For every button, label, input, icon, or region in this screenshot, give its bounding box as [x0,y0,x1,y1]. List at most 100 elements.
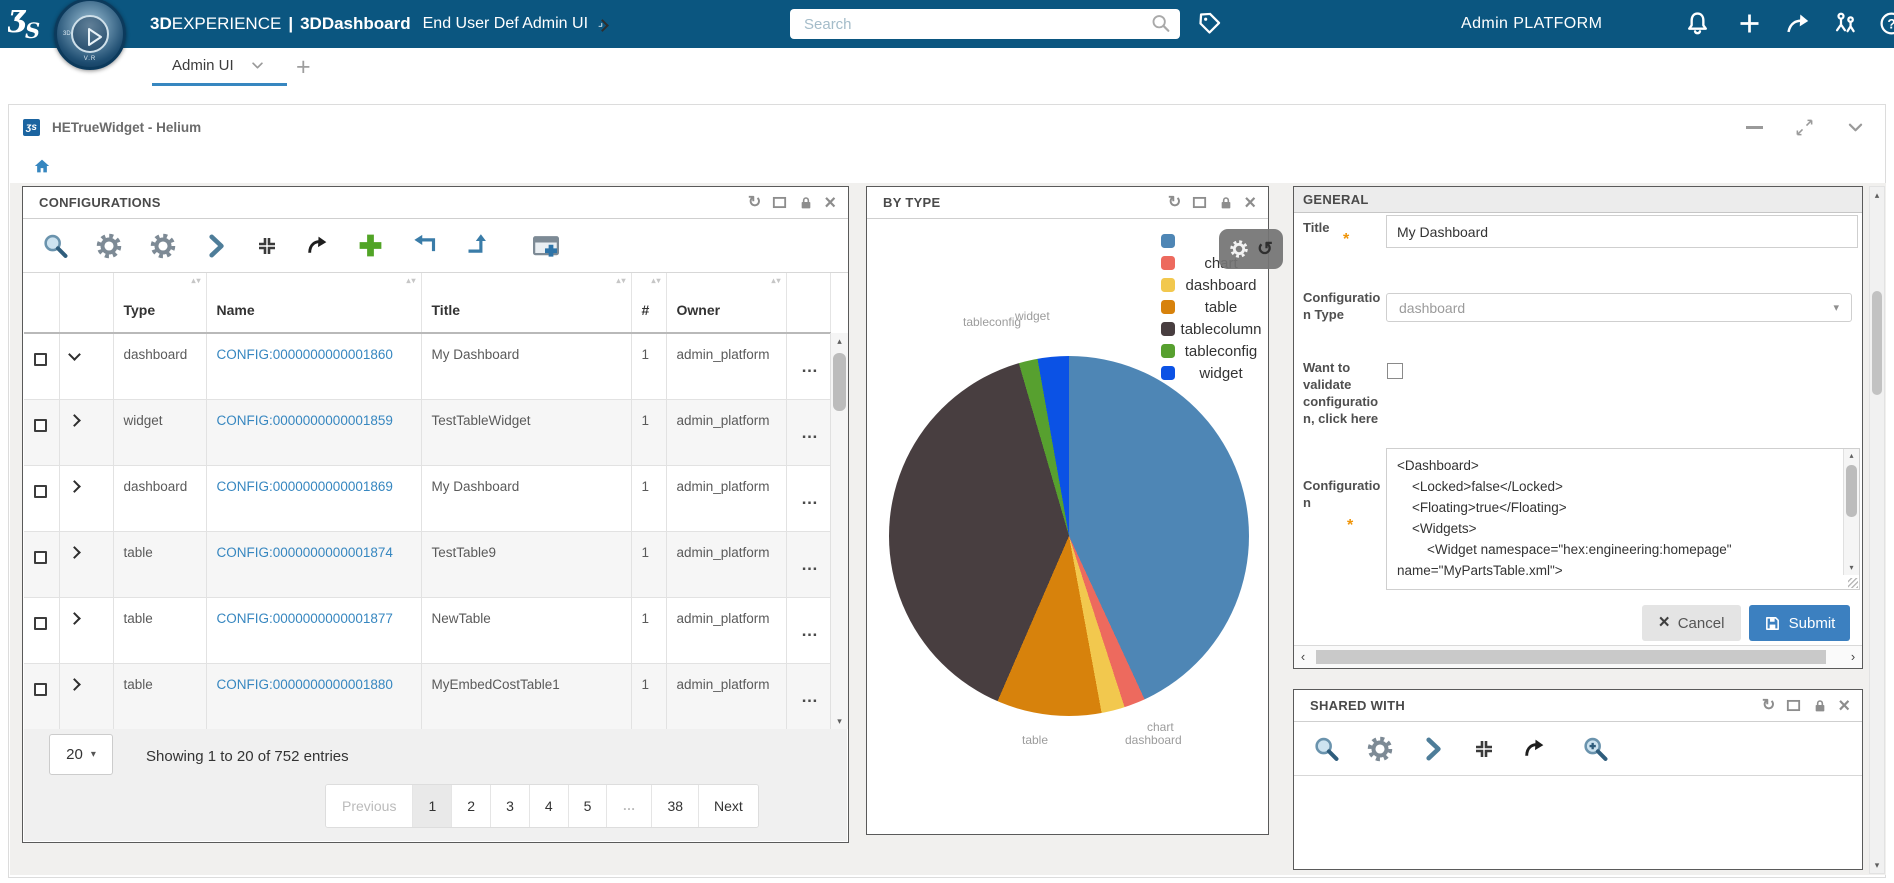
pagination-previous[interactable]: Previous [326,785,413,827]
refresh-icon[interactable]: ↻ [1168,195,1181,211]
widget-chevron-down-icon[interactable] [1846,118,1865,137]
pagination-next[interactable]: Next [699,785,758,827]
share-icon[interactable] [1784,10,1811,37]
row-chevron-right-icon[interactable] [68,546,81,559]
scroll-left-icon[interactable]: ‹ [1296,646,1310,668]
add-content-icon[interactable] [1736,10,1763,37]
lock-icon[interactable] [1812,698,1828,714]
sort-icon[interactable]: ▴▾ [771,276,781,285]
column-owner[interactable]: ▴▾Owner [666,273,786,333]
notifications-bell-icon[interactable] [1684,10,1711,37]
table-row[interactable]: table CONFIG:0000000000001874 TestTable9… [24,531,830,597]
config-link[interactable]: CONFIG:0000000000001859 [217,413,393,428]
row-chevron-right-icon[interactable] [68,414,81,427]
title-field[interactable] [1386,215,1858,248]
general-horizontal-scrollbar[interactable]: ‹ › [1294,645,1862,668]
search-icon[interactable] [1150,13,1172,35]
config-link[interactable]: CONFIG:0000000000001880 [217,677,393,692]
row-actions-button[interactable]: … [797,677,824,717]
pagination-page-4[interactable]: 4 [530,785,569,827]
gear-icon-2[interactable] [149,232,177,260]
add-tab-button[interactable]: + [296,52,311,82]
row-checkbox[interactable] [34,683,47,696]
add-panel-icon[interactable] [531,231,561,261]
scrollbar-thumb[interactable] [1316,650,1826,664]
sort-icon[interactable]: ▴▾ [651,276,661,285]
scroll-up-icon[interactable]: ▴ [1844,449,1859,463]
lock-icon[interactable] [798,195,814,211]
configuration-textarea[interactable]: <Dashboard> <Locked>false</Locked> <Floa… [1386,448,1860,590]
gear-icon[interactable] [1366,735,1394,763]
pagination-page-5[interactable]: 5 [569,785,608,827]
scroll-down-icon[interactable]: ▾ [831,713,848,729]
table-row[interactable]: dashboard CONFIG:0000000000001860 My Das… [24,333,830,399]
search-icon[interactable] [1312,735,1340,763]
config-type-select[interactable]: dashboard ▾ [1386,293,1852,322]
pagination-page-1[interactable]: 1 [413,785,452,827]
sort-icon[interactable]: ▴▾ [616,276,626,285]
cancel-button[interactable]: × Cancel [1642,605,1741,641]
config-link[interactable]: CONFIG:0000000000001874 [217,545,393,560]
row-actions-button[interactable]: … [797,611,824,651]
refresh-icon[interactable]: ↻ [1762,698,1775,714]
close-icon[interactable]: × [824,193,836,213]
row-checkbox[interactable] [34,353,47,366]
dashboard-context-name[interactable]: End User Def Admin UI [423,15,588,33]
table-scrollbar[interactable]: ▴ ▾ [830,333,848,729]
scrollbar-thumb[interactable] [1872,291,1882,395]
scroll-right-icon[interactable]: › [1846,646,1860,668]
tab-admin-ui[interactable]: Admin UI [152,48,287,86]
row-chevron-down-icon[interactable] [68,348,81,361]
row-chevron-right-icon[interactable] [68,480,81,493]
chevron-right-icon[interactable] [203,233,229,259]
redo-icon[interactable] [1522,736,1547,761]
row-actions-button[interactable]: … [797,413,824,453]
move-into-icon[interactable] [411,232,438,259]
search-icon[interactable] [41,232,69,260]
table-row[interactable]: table CONFIG:0000000000001880 MyEmbedCos… [24,663,830,729]
legend-item[interactable]: table [1161,296,1267,318]
scroll-down-icon[interactable]: ▾ [1870,857,1884,873]
row-chevron-right-icon[interactable] [68,678,81,691]
refresh-icon[interactable]: ↻ [748,195,761,211]
maximize-icon[interactable] [1785,697,1802,714]
column-title[interactable]: ▴▾Title [421,273,631,333]
search-input[interactable] [790,9,1180,39]
sort-icon[interactable]: ▴▾ [406,276,416,285]
legend-item[interactable]: widget [1161,362,1267,384]
row-checkbox[interactable] [34,485,47,498]
context-chevron-down-icon[interactable] [596,19,609,32]
table-row[interactable]: widget CONFIG:0000000000001859 TestTable… [24,399,830,465]
config-link[interactable]: CONFIG:0000000000001860 [217,347,393,362]
scroll-down-icon[interactable]: ▾ [1844,561,1859,575]
tag-icon[interactable] [1196,10,1223,37]
validate-checkbox[interactable] [1387,363,1403,379]
row-actions-button[interactable]: … [797,545,824,585]
maximize-icon[interactable] [771,194,788,211]
move-out-icon[interactable] [464,232,491,259]
lock-icon[interactable] [1218,195,1234,211]
help-icon[interactable] [1878,10,1894,37]
home-icon[interactable] [33,157,51,175]
legend-item[interactable]: tablecolumn [1161,318,1267,340]
legend-item[interactable]: dashboard [1161,274,1267,296]
row-checkbox[interactable] [34,551,47,564]
scroll-up-icon[interactable]: ▴ [831,333,848,349]
chevron-right-icon[interactable] [1420,736,1446,762]
textarea-scrollbar[interactable]: ▴ ▾ [1843,449,1859,575]
collapse-all-icon[interactable] [255,234,279,258]
communities-users-icon[interactable] [1832,10,1859,37]
close-icon[interactable]: × [1244,193,1256,213]
row-checkbox[interactable] [34,617,47,630]
column-count[interactable]: ▴▾# [631,273,666,333]
column-name[interactable]: ▴▾Name [206,273,421,333]
pagination-page-2[interactable]: 2 [452,785,491,827]
scrollbar-thumb[interactable] [1846,465,1857,517]
chart-settings-gear-icon[interactable] [1229,239,1249,259]
expand-icon[interactable] [1795,118,1814,137]
close-icon[interactable]: × [1838,696,1850,716]
pie-chart[interactable] [889,356,1249,716]
table-row[interactable]: dashboard CONFIG:0000000000001869 My Das… [24,465,830,531]
legend-item[interactable]: tableconfig [1161,340,1267,362]
sort-icon[interactable]: ▴▾ [191,276,201,285]
